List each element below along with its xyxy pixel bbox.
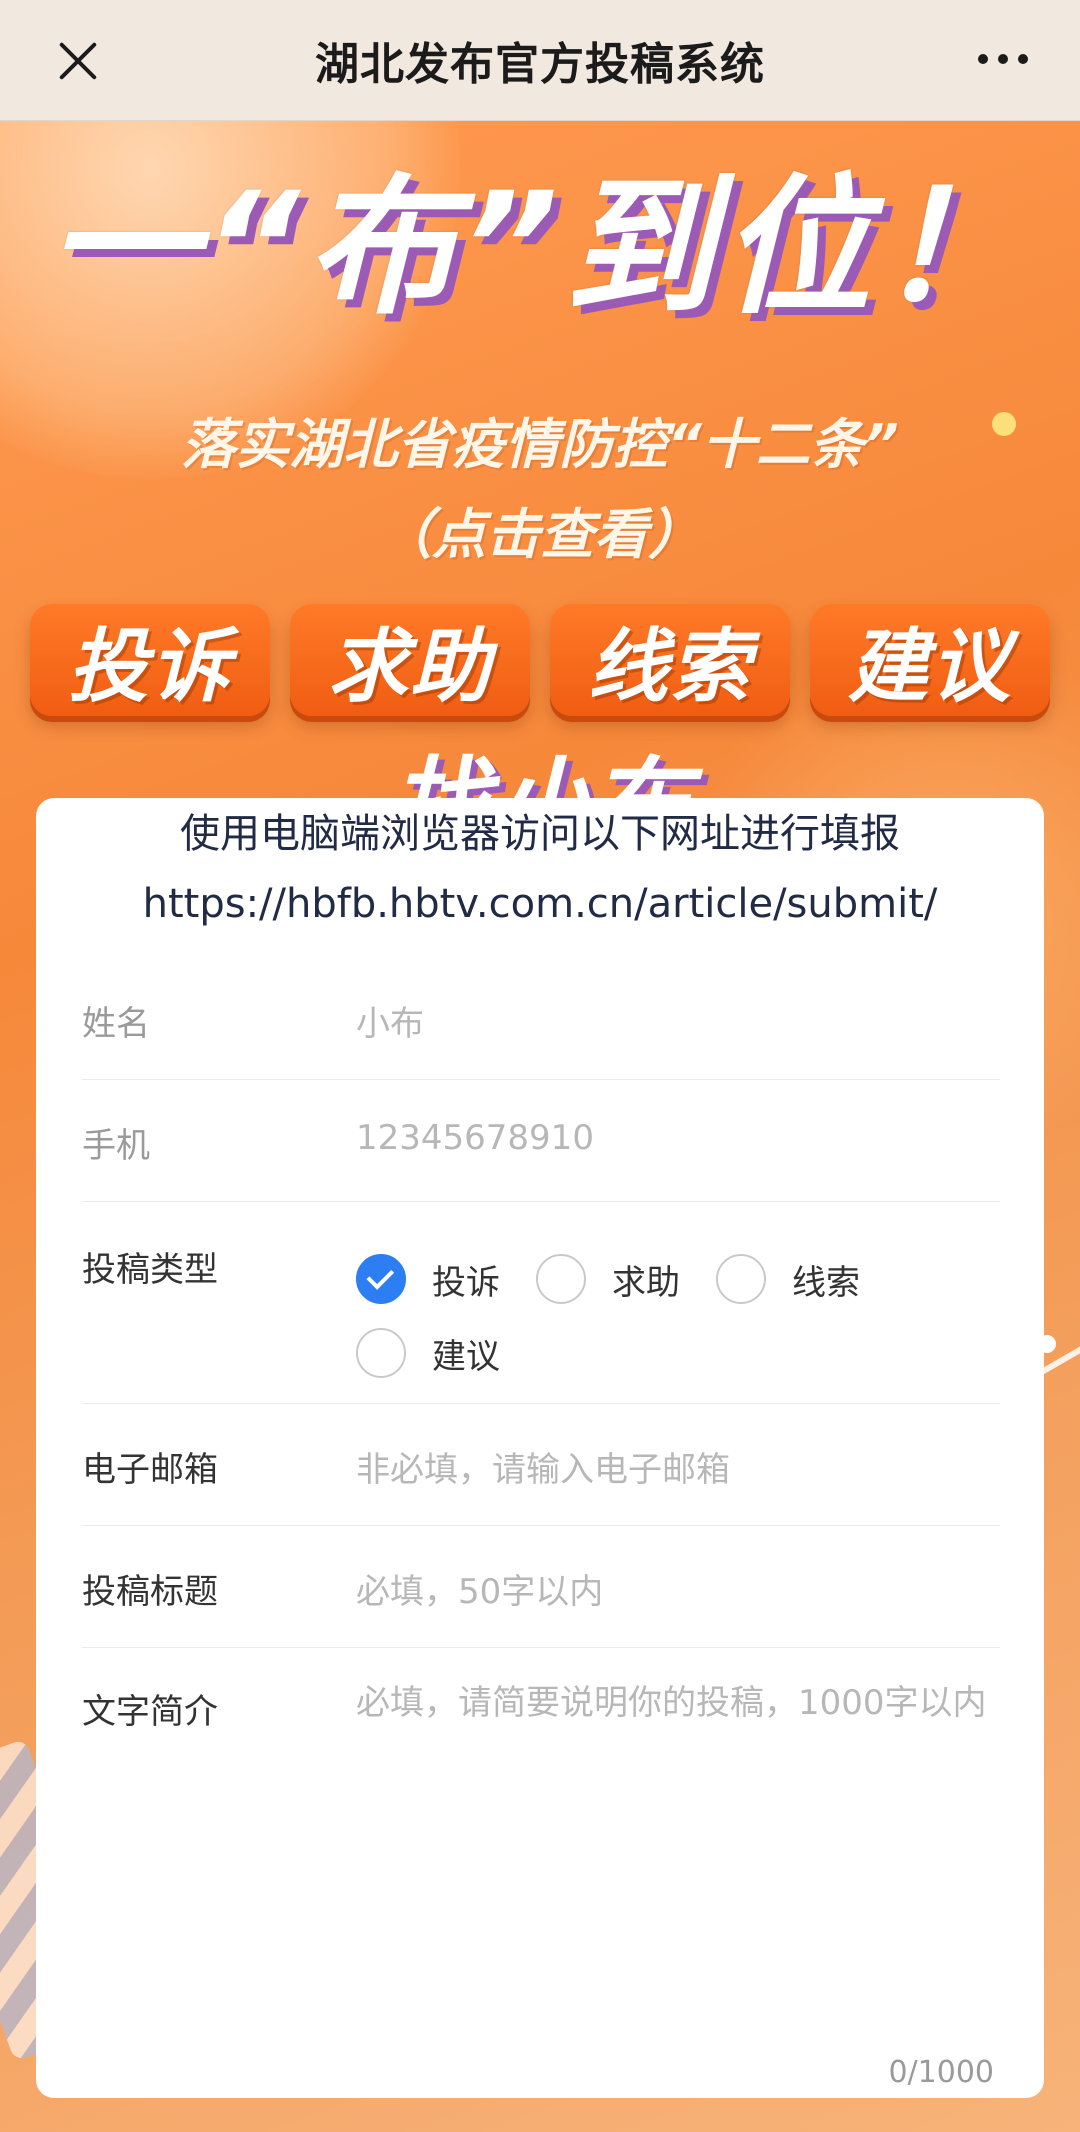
summary-label: 文字简介 — [82, 1692, 218, 1732]
page-title: 湖北发布官方投稿系统 — [315, 39, 765, 90]
title-input[interactable]: 必填，50字以内 — [356, 1564, 603, 1613]
email-label: 电子邮箱 — [82, 1450, 218, 1490]
form-notice: 使用电脑端浏览器访问以下网址进行填报 https://hbfb.hbtv.com… — [36, 798, 1044, 936]
radio-suggestion[interactable]: 建议 — [356, 1328, 500, 1378]
submit-url[interactable]: https://hbfb.hbtv.com.cn/article/submit/ — [36, 872, 1044, 936]
name-label: 姓名 — [82, 1004, 150, 1044]
radio-checked-icon[interactable] — [356, 1254, 406, 1304]
character-counter: 0/1000 — [888, 2055, 994, 2090]
phone-label: 手机 — [82, 1126, 150, 1166]
radio-clue[interactable]: 线索 — [716, 1254, 860, 1304]
radio-unchecked-icon[interactable] — [356, 1328, 406, 1378]
name-input[interactable]: 小布 — [356, 996, 424, 1045]
submission-form: 使用电脑端浏览器访问以下网址进行填报 https://hbfb.hbtv.com… — [36, 798, 1044, 2098]
banner-tags: 投诉 求助 线索 建议 — [30, 604, 1050, 716]
tag-clue: 线索 — [550, 604, 790, 716]
summary-textarea[interactable]: 必填，请简要说明你的投稿，1000字以内 — [356, 1670, 996, 1736]
phone-input[interactable]: 12345678910 — [356, 1118, 594, 1158]
radio-label: 建议 — [432, 1336, 500, 1377]
radio-label: 求助 — [612, 1262, 680, 1303]
more-options-icon[interactable] — [978, 54, 1028, 64]
notice-text: 使用电脑端浏览器访问以下网址进行填报 — [180, 811, 900, 857]
submission-type-field: 投稿类型 投诉 求助 线索 建议 — [82, 1202, 1000, 1404]
banner-slogan: 一“布”到位！ — [47, 161, 1033, 335]
submission-type-options: 投诉 求助 线索 建议 — [356, 1242, 976, 1390]
tag-help: 求助 — [290, 604, 530, 716]
summary-field[interactable]: 文字简介 必填，请简要说明你的投稿，1000字以内 0/1000 — [82, 1648, 1000, 2090]
email-field[interactable]: 电子邮箱 非必填，请输入电子邮箱 — [82, 1404, 1000, 1526]
banner-subtitle[interactable]: 落实湖北省疫情防控“十二条” — [0, 410, 1080, 480]
tag-suggestion: 建议 — [810, 604, 1050, 716]
title-label: 投稿标题 — [82, 1572, 218, 1612]
radio-label: 线索 — [792, 1262, 860, 1303]
radio-label: 投诉 — [432, 1262, 500, 1303]
submission-type-label: 投稿类型 — [82, 1250, 218, 1290]
title-field[interactable]: 投稿标题 必填，50字以内 — [82, 1526, 1000, 1648]
name-field[interactable]: 姓名 小布 — [82, 958, 1000, 1080]
radio-unchecked-icon[interactable] — [536, 1254, 586, 1304]
tag-complaint: 投诉 — [30, 604, 270, 716]
banner-yellow-dot — [992, 412, 1016, 436]
email-input[interactable]: 非必填，请输入电子邮箱 — [356, 1442, 730, 1491]
radio-unchecked-icon[interactable] — [716, 1254, 766, 1304]
banner-view-link[interactable]: （点击查看） — [0, 500, 1080, 570]
phone-field[interactable]: 手机 12345678910 — [82, 1080, 1000, 1202]
radio-complaint[interactable]: 投诉 — [356, 1254, 500, 1304]
radio-help[interactable]: 求助 — [536, 1254, 680, 1304]
close-icon[interactable] — [52, 34, 104, 86]
top-navigation-bar: 湖北发布官方投稿系统 — [0, 0, 1080, 121]
